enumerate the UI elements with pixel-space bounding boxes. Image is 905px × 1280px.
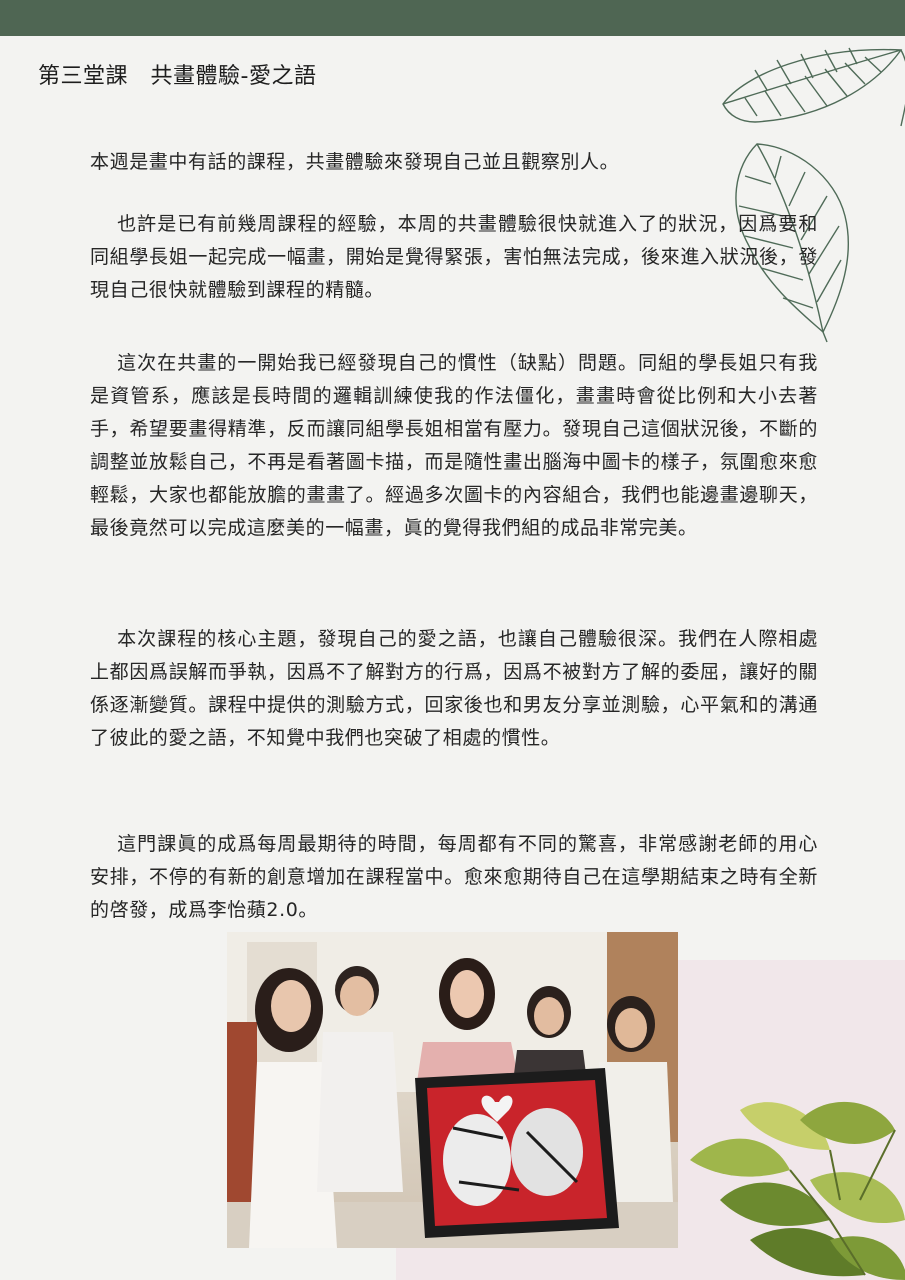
page-title: 第三堂課 共畫體驗-愛之語 xyxy=(38,64,317,89)
paragraph-2: 也許是已有前幾周課程的經驗，本周的共畫體驗很快就進入了的狀況，因爲要和同組學長姐… xyxy=(90,213,818,301)
paragraph-5: 這門課眞的成爲每周最期待的時間，每周都有不同的驚喜，非常感謝老師的用心安排，不停… xyxy=(90,833,818,921)
paragraph-3: 這次在共畫的一開始我已經發現自己的慣性（缺點）問題。同組的學長姐只有我是資管系，… xyxy=(90,352,818,539)
artwork-painting xyxy=(415,1068,619,1238)
group-photo xyxy=(227,932,678,1248)
paragraph-1: 本週是畫中有話的課程，共畫體驗來發現自己並且觀察別人。 xyxy=(90,151,620,173)
paragraph-4: 本次課程的核心主題，發現自己的愛之語，也讓自己體驗很深。我們在人際相處上都因爲誤… xyxy=(90,628,818,749)
plant-photo xyxy=(690,1101,905,1280)
top-banner xyxy=(0,0,905,36)
